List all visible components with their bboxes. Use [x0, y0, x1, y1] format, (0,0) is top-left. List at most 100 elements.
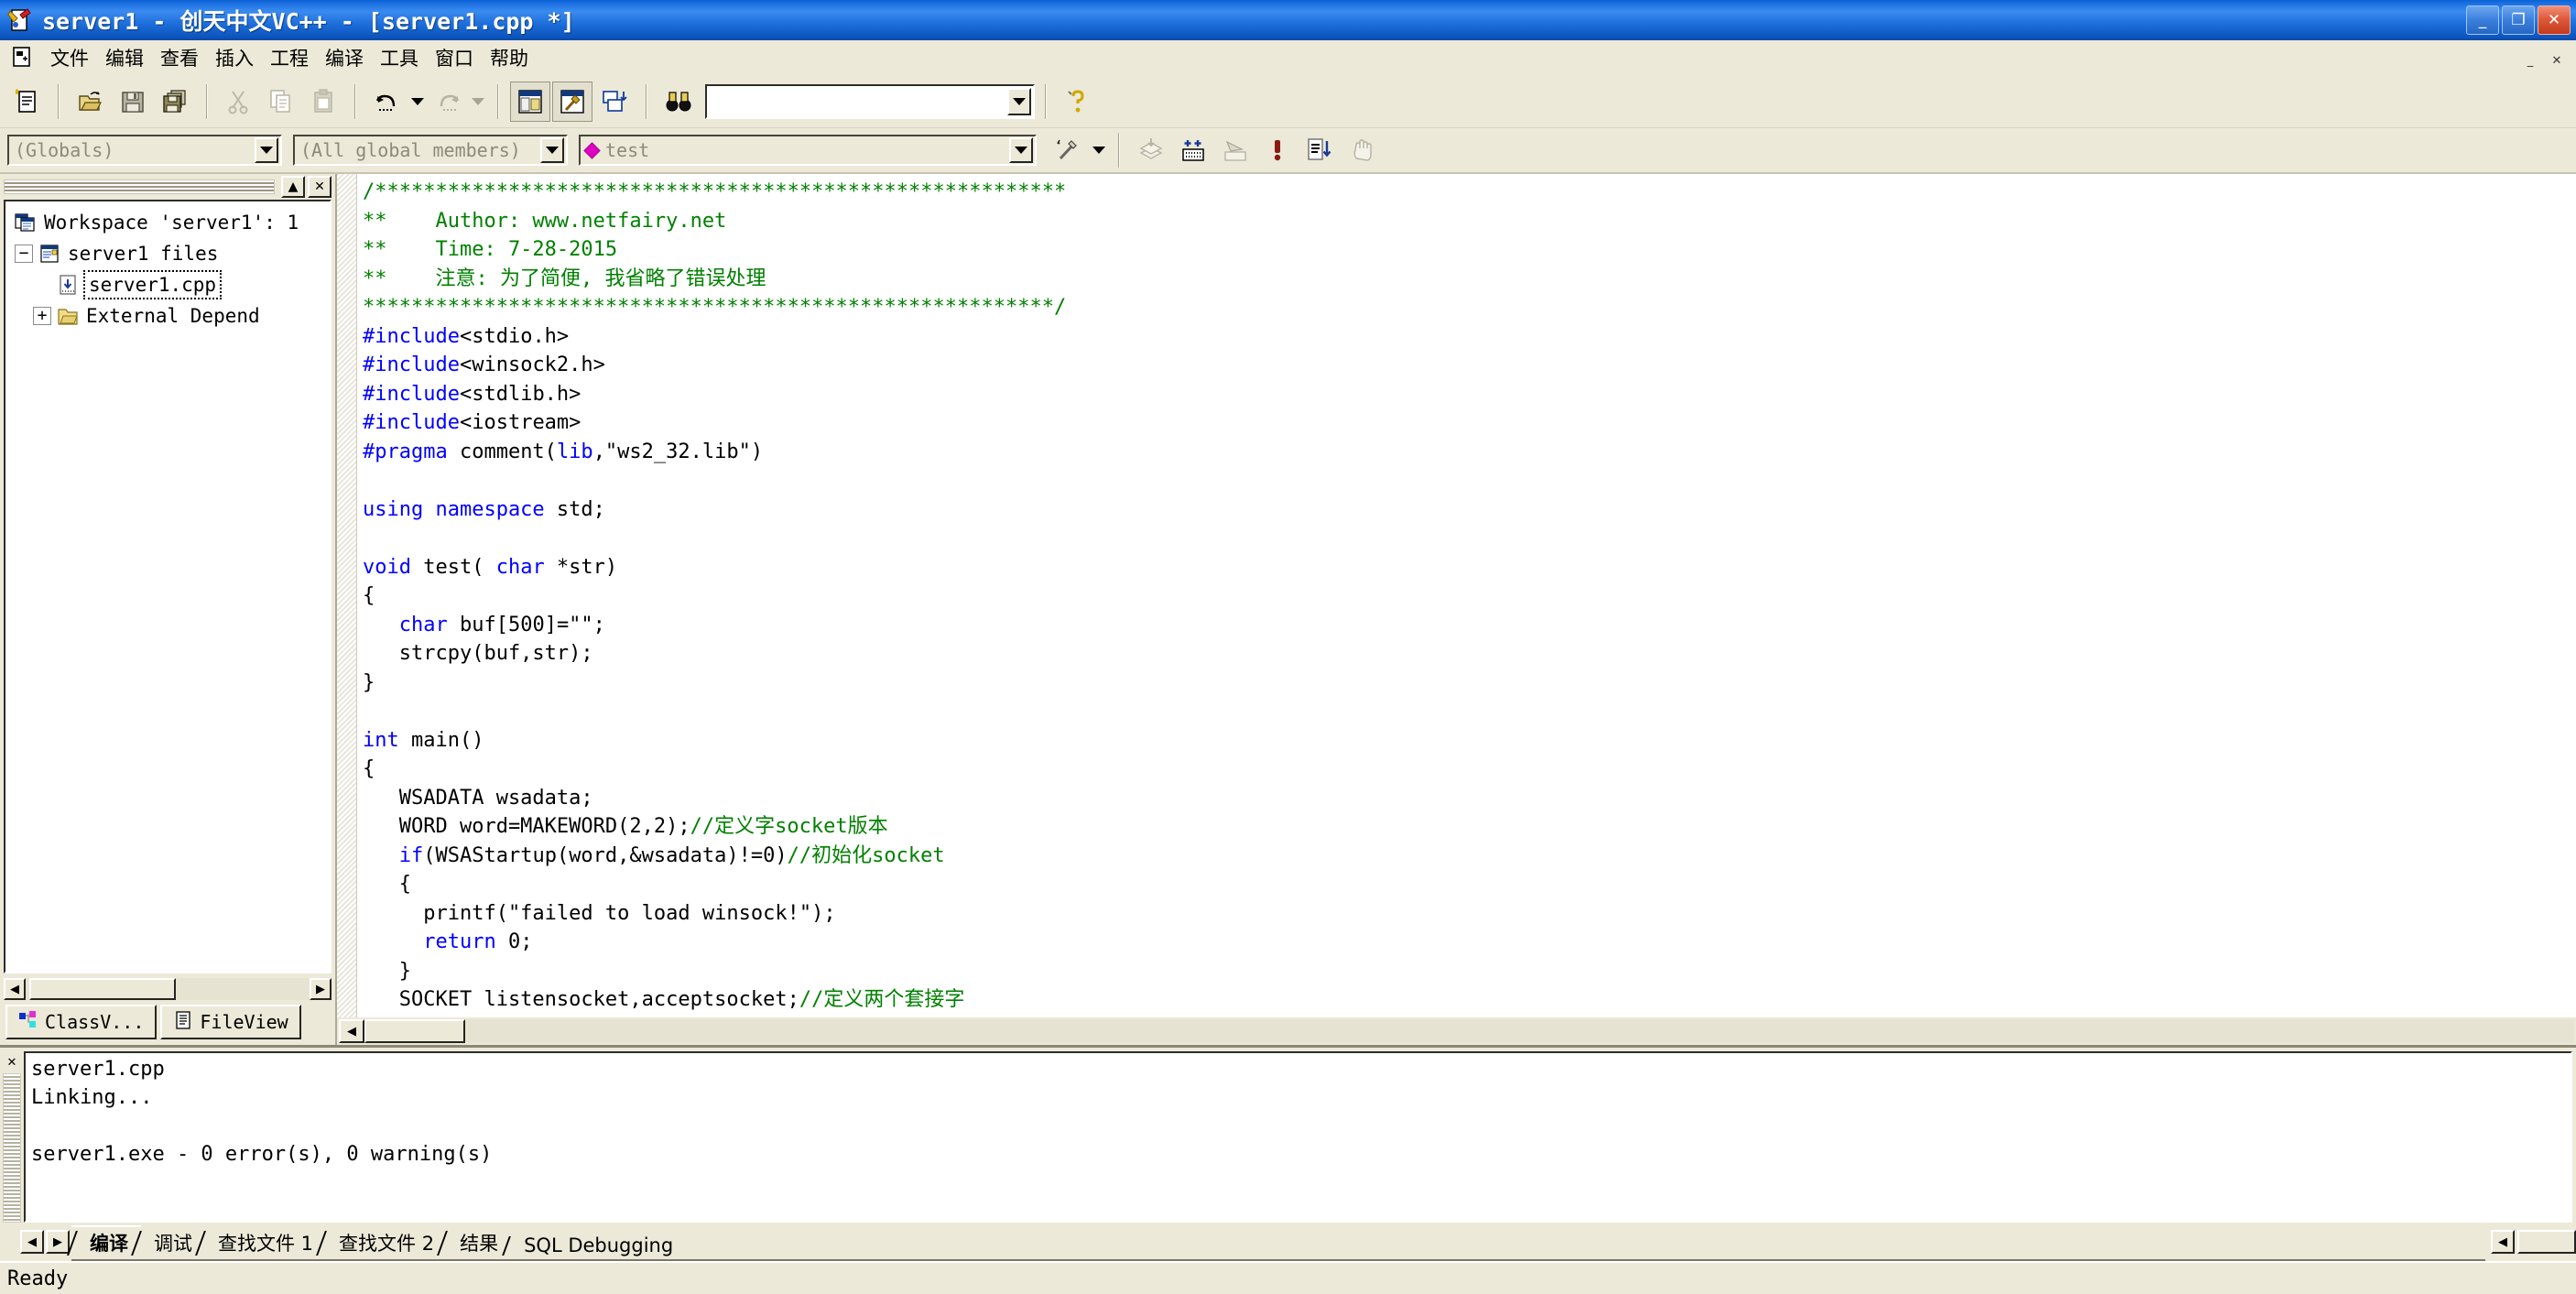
status-message: Ready — [7, 1267, 69, 1290]
save-disk-icon[interactable] — [113, 82, 153, 122]
editor-scroll-track[interactable] — [364, 1019, 2574, 1043]
window-stack-icon[interactable] — [594, 82, 635, 122]
code-token: if — [398, 843, 424, 867]
code-token: //定义字socket版本 — [690, 815, 888, 838]
tree-item-workspace[interactable]: Workspace 'server1': 1 — [5, 207, 330, 238]
workspace-gripper[interactable] — [4, 179, 275, 194]
output-splitter-handle[interactable] — [3, 1073, 21, 1223]
output-tab-5[interactable]: SQL Debugging — [502, 1233, 686, 1259]
class-combo-dropdown-icon[interactable] — [255, 137, 278, 163]
workspace-scroll-left-icon[interactable]: ◀ — [4, 978, 26, 1000]
tab-fileview[interactable]: FileView — [160, 1005, 301, 1039]
editor-scroll-left-icon[interactable]: ◀ — [339, 1019, 364, 1043]
tree-item-label: External Depend — [86, 305, 260, 327]
output-tab-next-icon[interactable]: ▶ — [46, 1230, 70, 1254]
code-line: { — [363, 755, 2576, 784]
menu-item-build[interactable]: 编译 — [317, 41, 372, 74]
find-dropdown-icon[interactable] — [1007, 87, 1031, 115]
find-combo[interactable] — [705, 83, 1035, 119]
workspace-hscrollbar[interactable]: ◀ ▶ — [4, 977, 332, 1001]
code-token: //定义两个套接字 — [799, 988, 965, 1011]
binoculars-icon[interactable] — [658, 82, 699, 122]
workspace-window-icon[interactable] — [510, 81, 550, 122]
redo-arrow-icon — [428, 82, 468, 122]
redo-dropdown-icon — [469, 82, 487, 122]
code-line: SOCKET listensocket,acceptsocket;//定义两个套… — [363, 985, 2576, 1015]
wand-icon[interactable] — [1049, 130, 1089, 170]
menu-item-tools[interactable]: 工具 — [372, 41, 427, 74]
undo-arrow-icon[interactable] — [367, 82, 408, 122]
code-line: #pragma comment(lib,"ws2_32.lib") — [363, 438, 2576, 467]
workspace-scroll-right-icon[interactable]: ▶ — [310, 978, 332, 1000]
member-combo[interactable]: (All global members) — [293, 135, 568, 166]
code-line: /***************************************… — [363, 178, 2576, 207]
code-token: //初始化socket — [787, 843, 945, 867]
code-token: std; — [544, 497, 605, 521]
mdi-window-controls: _ ✕ — [2518, 46, 2569, 68]
code-token: ** Time: 7-28-2015 — [363, 238, 618, 261]
output-close-icon[interactable]: ✕ — [3, 1053, 21, 1071]
code-token: #pragma — [363, 440, 448, 463]
menu-item-insert[interactable]: 插入 — [207, 41, 262, 74]
workspace-scroll-thumb[interactable] — [29, 978, 176, 1000]
tree-item-project[interactable]: − server1 files — [5, 238, 330, 269]
minimize-button[interactable]: _ — [2466, 5, 2499, 35]
function-combo[interactable]: test — [579, 135, 1037, 166]
tree-expander-collapse[interactable]: − — [15, 245, 33, 263]
menu-item-window[interactable]: 窗口 — [427, 41, 482, 74]
class-combo[interactable]: (Globals) — [7, 135, 282, 166]
exclamation-icon[interactable] — [1257, 130, 1298, 170]
tree-item-file[interactable]: server1.cpp — [5, 269, 330, 300]
breakpoint-list-icon[interactable] — [1299, 130, 1340, 170]
output-tab-2[interactable]: 查找文件 1 — [195, 1227, 326, 1259]
output-tab-3[interactable]: 查找文件 2 — [316, 1227, 447, 1259]
workspace-tree[interactable]: Workspace 'server1': 1 − server1 files s… — [4, 200, 332, 973]
editor-hscrollbar[interactable]: ◀ — [337, 1017, 2576, 1045]
code-token: ****************************************… — [363, 296, 1067, 319]
code-token: strcpy(buf,str); — [363, 642, 593, 665]
wand-dropdown-icon[interactable] — [1090, 130, 1108, 170]
tab-classview[interactable]: ClassV... — [5, 1005, 158, 1039]
editor-scroll-thumb[interactable] — [364, 1019, 465, 1043]
tree-item-external-dependencies[interactable]: + External Depend — [5, 300, 330, 332]
workspace-close-button[interactable]: ✕ — [308, 176, 332, 198]
undo-dropdown-icon[interactable] — [408, 82, 427, 122]
output-tab-prev-icon[interactable]: ◀ — [20, 1230, 44, 1254]
find-input[interactable] — [707, 90, 1007, 113]
menu-item-edit[interactable]: 编辑 — [97, 41, 152, 74]
output-tab-4[interactable]: 结果 — [437, 1227, 511, 1259]
cpp-file-icon — [57, 274, 79, 296]
mdi-minimize-button[interactable]: _ — [2518, 46, 2542, 68]
output-hscroll-left-icon[interactable]: ◀ — [2491, 1230, 2515, 1254]
code-token: #include — [363, 382, 460, 406]
mdi-document-icon — [11, 46, 35, 70]
output-hscroll[interactable]: ◀ — [2491, 1230, 2576, 1254]
menu-item-file[interactable]: 文件 — [42, 41, 97, 74]
output-tab-label: 编译 — [90, 1233, 128, 1255]
build-icon[interactable] — [1173, 130, 1213, 170]
code-editor[interactable]: /***************************************… — [357, 174, 2576, 1017]
function-combo-dropdown-icon[interactable] — [1009, 137, 1033, 163]
save-all-icon[interactable] — [155, 82, 195, 122]
output-hscroll-thumb[interactable] — [2517, 1230, 2576, 1254]
code-token: int — [363, 728, 399, 752]
editor-selection-margin[interactable] — [337, 174, 357, 1017]
menu-item-project[interactable]: 工程 — [262, 41, 317, 74]
tree-expander-expand[interactable]: + — [33, 307, 51, 325]
output-window-icon[interactable] — [552, 81, 592, 122]
workspace-minimize-button[interactable]: ▲ — [281, 176, 305, 198]
close-button[interactable]: ✕ — [2538, 5, 2571, 35]
new-file-icon[interactable] — [6, 82, 47, 122]
classview-icon — [18, 1010, 38, 1035]
workspace-scroll-track[interactable] — [26, 978, 310, 1000]
output-text[interactable]: server1.cpp Linking... server1.exe - 0 e… — [24, 1051, 2572, 1223]
member-combo-value: (All global members) — [300, 139, 521, 161]
mdi-close-button[interactable]: ✕ — [2545, 46, 2569, 68]
member-combo-dropdown-icon[interactable] — [540, 137, 564, 163]
question-mark-icon[interactable] — [1058, 82, 1098, 122]
open-folder-icon[interactable] — [71, 82, 111, 122]
restore-button[interactable]: ❐ — [2502, 5, 2535, 35]
menu-item-view[interactable]: 查看 — [152, 41, 207, 74]
menu-item-help[interactable]: 帮助 — [482, 41, 537, 74]
